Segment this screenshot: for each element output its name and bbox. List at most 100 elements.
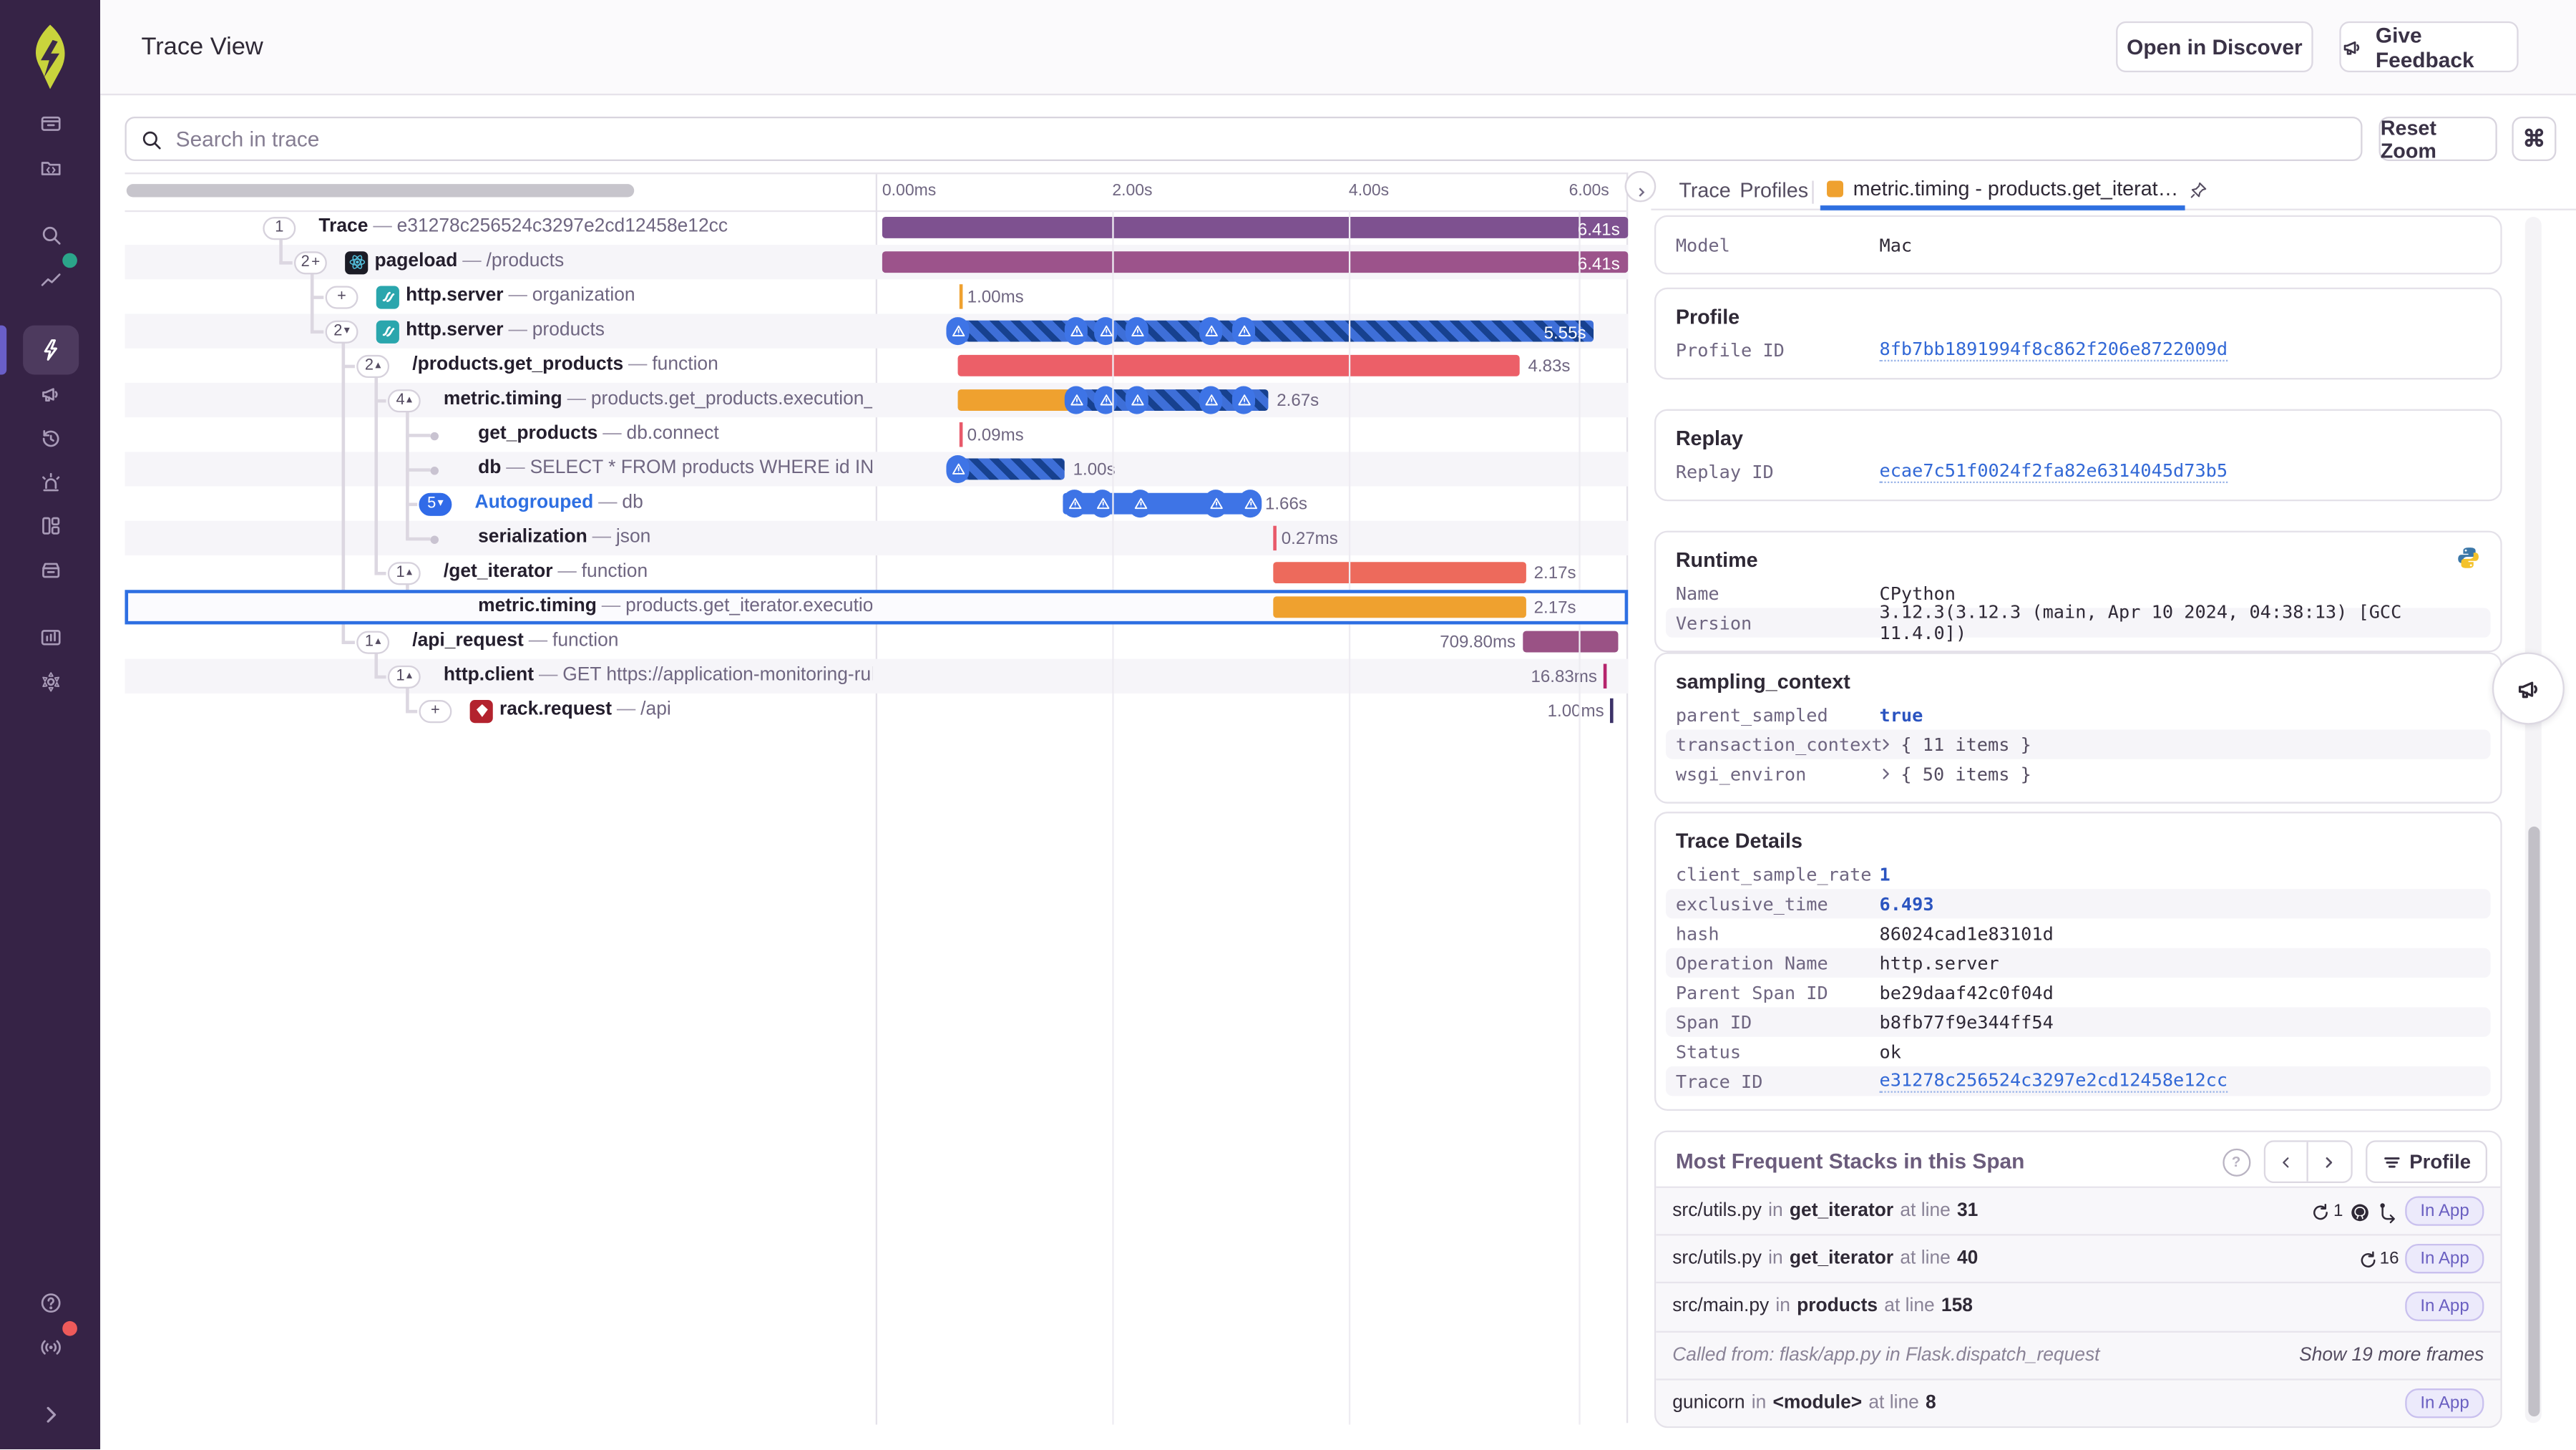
help-circle-icon[interactable]: ? <box>2222 1147 2250 1176</box>
error-warning-icon[interactable] <box>946 454 970 483</box>
span-children-badge[interactable]: 2 ▴ <box>356 354 390 377</box>
stack-frame-row[interactable]: src/utils.py in get_iterator at line 31 … <box>1656 1186 2501 1235</box>
span-bar-cell[interactable]: 2.67s <box>882 383 1628 417</box>
in-app-badge[interactable]: In App <box>2405 1388 2484 1419</box>
kv-value[interactable]: ecae7c51f0024f2fa82e6314045d73b5 <box>1879 460 2228 483</box>
in-app-badge[interactable]: In App <box>2405 1292 2484 1322</box>
span-row-get-products[interactable]: get_products — db.connect 0.09ms <box>125 417 1628 452</box>
span-bar-cell[interactable]: 2.17s <box>882 555 1628 590</box>
error-warning-icon[interactable] <box>1064 386 1088 414</box>
stack-frame-row[interactable]: src/main.py in products at line 158 In A… <box>1656 1282 2501 1330</box>
sidebar-releases-item[interactable] <box>29 549 72 592</box>
reset-zoom-button[interactable]: Reset Zoom <box>2379 116 2497 162</box>
span-row--get-iterator[interactable]: 1 ▴ /get_iterator — function 2.17s <box>125 555 1628 590</box>
span-children-badge[interactable]: 1 <box>263 215 296 240</box>
sidebar-settings-item[interactable] <box>29 661 72 704</box>
search-input[interactable] <box>172 125 2348 153</box>
span-bar-cell[interactable]: 1.66s <box>882 487 1628 521</box>
kv-value[interactable]: { 11 items } <box>1880 734 2031 755</box>
error-warning-icon[interactable] <box>1064 317 1088 346</box>
span-row-autogrouped[interactable]: 5 ▾ Autogrouped — db 1.66s <box>125 487 1628 521</box>
open-in-discover-button[interactable]: Open in Discover <box>2116 21 2313 73</box>
sentry-logo[interactable] <box>23 23 77 89</box>
span-row-metric-timing[interactable]: metric.timing — products.get_iterator.exec… <box>125 590 1629 625</box>
kv-value[interactable]: { 50 items } <box>1880 763 2031 784</box>
stack-frame-row[interactable]: gunicorn in <module> at line 8 In App <box>1656 1378 2501 1426</box>
error-warning-icon[interactable] <box>1091 490 1114 518</box>
error-warning-icon[interactable] <box>946 317 970 346</box>
span-row-http-server[interactable]: + http.server — organization 1.00ms <box>125 279 1628 313</box>
span-bar-cell[interactable]: 5.55s <box>882 314 1628 349</box>
stack-frame-note-row[interactable]: Called from: flask/app.py in Flask.dispa… <box>1656 1330 2501 1378</box>
span-row-rack-request[interactable]: + rack.request —/api 1.00ms <box>125 694 1628 728</box>
span-children-badge[interactable]: 1 ▴ <box>356 630 390 653</box>
vertical-scrollbar-thumb[interactable] <box>2527 826 2540 1417</box>
in-app-badge[interactable]: In App <box>2405 1244 2484 1274</box>
branch-icon[interactable] <box>2378 1200 2399 1223</box>
span-bar-cell[interactable]: 1.00ms <box>882 279 1628 313</box>
sidebar-issues-item[interactable] <box>29 102 72 145</box>
error-warning-icon[interactable] <box>1239 490 1262 518</box>
sidebar-projects-item[interactable] <box>29 146 72 189</box>
span-children-badge[interactable]: 4 ▴ <box>387 388 421 412</box>
span-bar-cell[interactable]: 2.17s <box>882 590 1628 624</box>
error-warning-icon[interactable] <box>1204 490 1228 518</box>
span-children-badge[interactable]: + <box>325 285 358 308</box>
span-row-http-server[interactable]: 2 ▾ http.server — products 5.55s <box>125 313 1629 349</box>
error-warning-icon[interactable] <box>1199 386 1223 414</box>
span-children-badge[interactable]: 5 ▾ <box>419 492 452 515</box>
collapse-panel-icon[interactable] <box>1624 170 1657 203</box>
horizontal-scrollbar[interactable] <box>126 184 635 198</box>
tab-trace[interactable]: Trace <box>1679 179 1730 202</box>
sidebar-trends-item[interactable] <box>29 253 77 301</box>
error-warning-icon[interactable] <box>1128 490 1152 518</box>
tab-active-span[interactable]: metric.timing - products.get_iterat… <box>1827 177 2208 200</box>
span-row-db[interactable]: db—SELECT * FROM products WHERE id IN (S… <box>125 452 1629 487</box>
sidebar-dashboards-item[interactable] <box>29 505 72 548</box>
span-row-serialization[interactable]: serialization — json 0.27ms <box>125 520 1629 556</box>
span-row-pageload[interactable]: 2 + pageload —/products 6.41s <box>125 245 1629 280</box>
span-bar-cell[interactable]: 16.83ms <box>882 659 1628 694</box>
span-bar-cell[interactable]: 709.80ms <box>882 624 1628 658</box>
span-bar-cell[interactable]: 4.83s <box>882 349 1628 383</box>
tab-profiles[interactable]: Profiles <box>1740 179 1808 202</box>
sidebar-expand-item[interactable] <box>29 1393 72 1436</box>
sidebar-alerts-item[interactable] <box>29 462 72 505</box>
github-icon[interactable] <box>2350 1200 2371 1222</box>
show-more-frames-link[interactable]: Show 19 more frames <box>2299 1346 2484 1366</box>
sidebar-replays-item[interactable] <box>29 417 72 460</box>
span-bar-cell[interactable]: 6.41s <box>882 210 1629 245</box>
profile-button[interactable]: Profile <box>2365 1140 2487 1184</box>
span-bar-cell[interactable]: 1.00s <box>882 452 1628 486</box>
error-warning-icon[interactable] <box>1231 386 1256 414</box>
span-row-http-client[interactable]: 1 ▴ http.client — GET https://application-mo… <box>125 658 1629 694</box>
in-app-badge[interactable]: In App <box>2405 1196 2484 1226</box>
prev-stack-button[interactable] <box>2265 1142 2309 1182</box>
span-children-badge[interactable]: 2 ▾ <box>325 319 358 343</box>
error-warning-icon[interactable] <box>1063 490 1086 518</box>
span-row-trace[interactable]: 1 Trace — e31278c256524c3297e2cd12458e12cc 6… <box>125 210 1629 245</box>
span-bar-cell[interactable]: 0.27ms <box>882 521 1628 555</box>
sidebar-explore-item[interactable] <box>29 213 72 256</box>
shortcut-button[interactable]: ⌘ <box>2512 117 2557 161</box>
sidebar-feedback-item[interactable] <box>29 373 72 416</box>
give-feedback-button[interactable]: Give Feedback <box>2339 21 2519 73</box>
kv-value[interactable]: 8fb7bb1891994f8c862f206e8722009d <box>1879 339 2228 362</box>
sidebar-help-item[interactable] <box>29 1282 72 1325</box>
span-children-badge[interactable]: 2 + <box>293 250 327 274</box>
sidebar-stats-item[interactable] <box>29 616 72 659</box>
sidebar-broadcast-item[interactable] <box>29 1320 77 1369</box>
next-stack-button[interactable] <box>2308 1142 2351 1182</box>
error-warning-icon[interactable] <box>1125 386 1148 414</box>
error-warning-icon[interactable] <box>1199 317 1223 346</box>
sidebar-performance-item[interactable] <box>23 325 79 375</box>
pin-icon[interactable] <box>2188 179 2208 199</box>
kv-value[interactable]: e31278c256524c3297e2cd12458e12cc <box>1879 1070 2228 1093</box>
span-bar-cell[interactable]: 6.41s <box>882 245 1629 279</box>
feedback-floating-button[interactable] <box>2492 652 2565 725</box>
span-bar-cell[interactable]: 1.00ms <box>882 694 1628 728</box>
span-children-badge[interactable]: 1 ▴ <box>387 664 421 688</box>
stack-frame-row[interactable]: src/utils.py in get_iterator at line 40 … <box>1656 1234 2501 1283</box>
error-warning-icon[interactable] <box>1231 317 1256 346</box>
span-children-badge[interactable]: 1 ▴ <box>387 561 421 585</box>
